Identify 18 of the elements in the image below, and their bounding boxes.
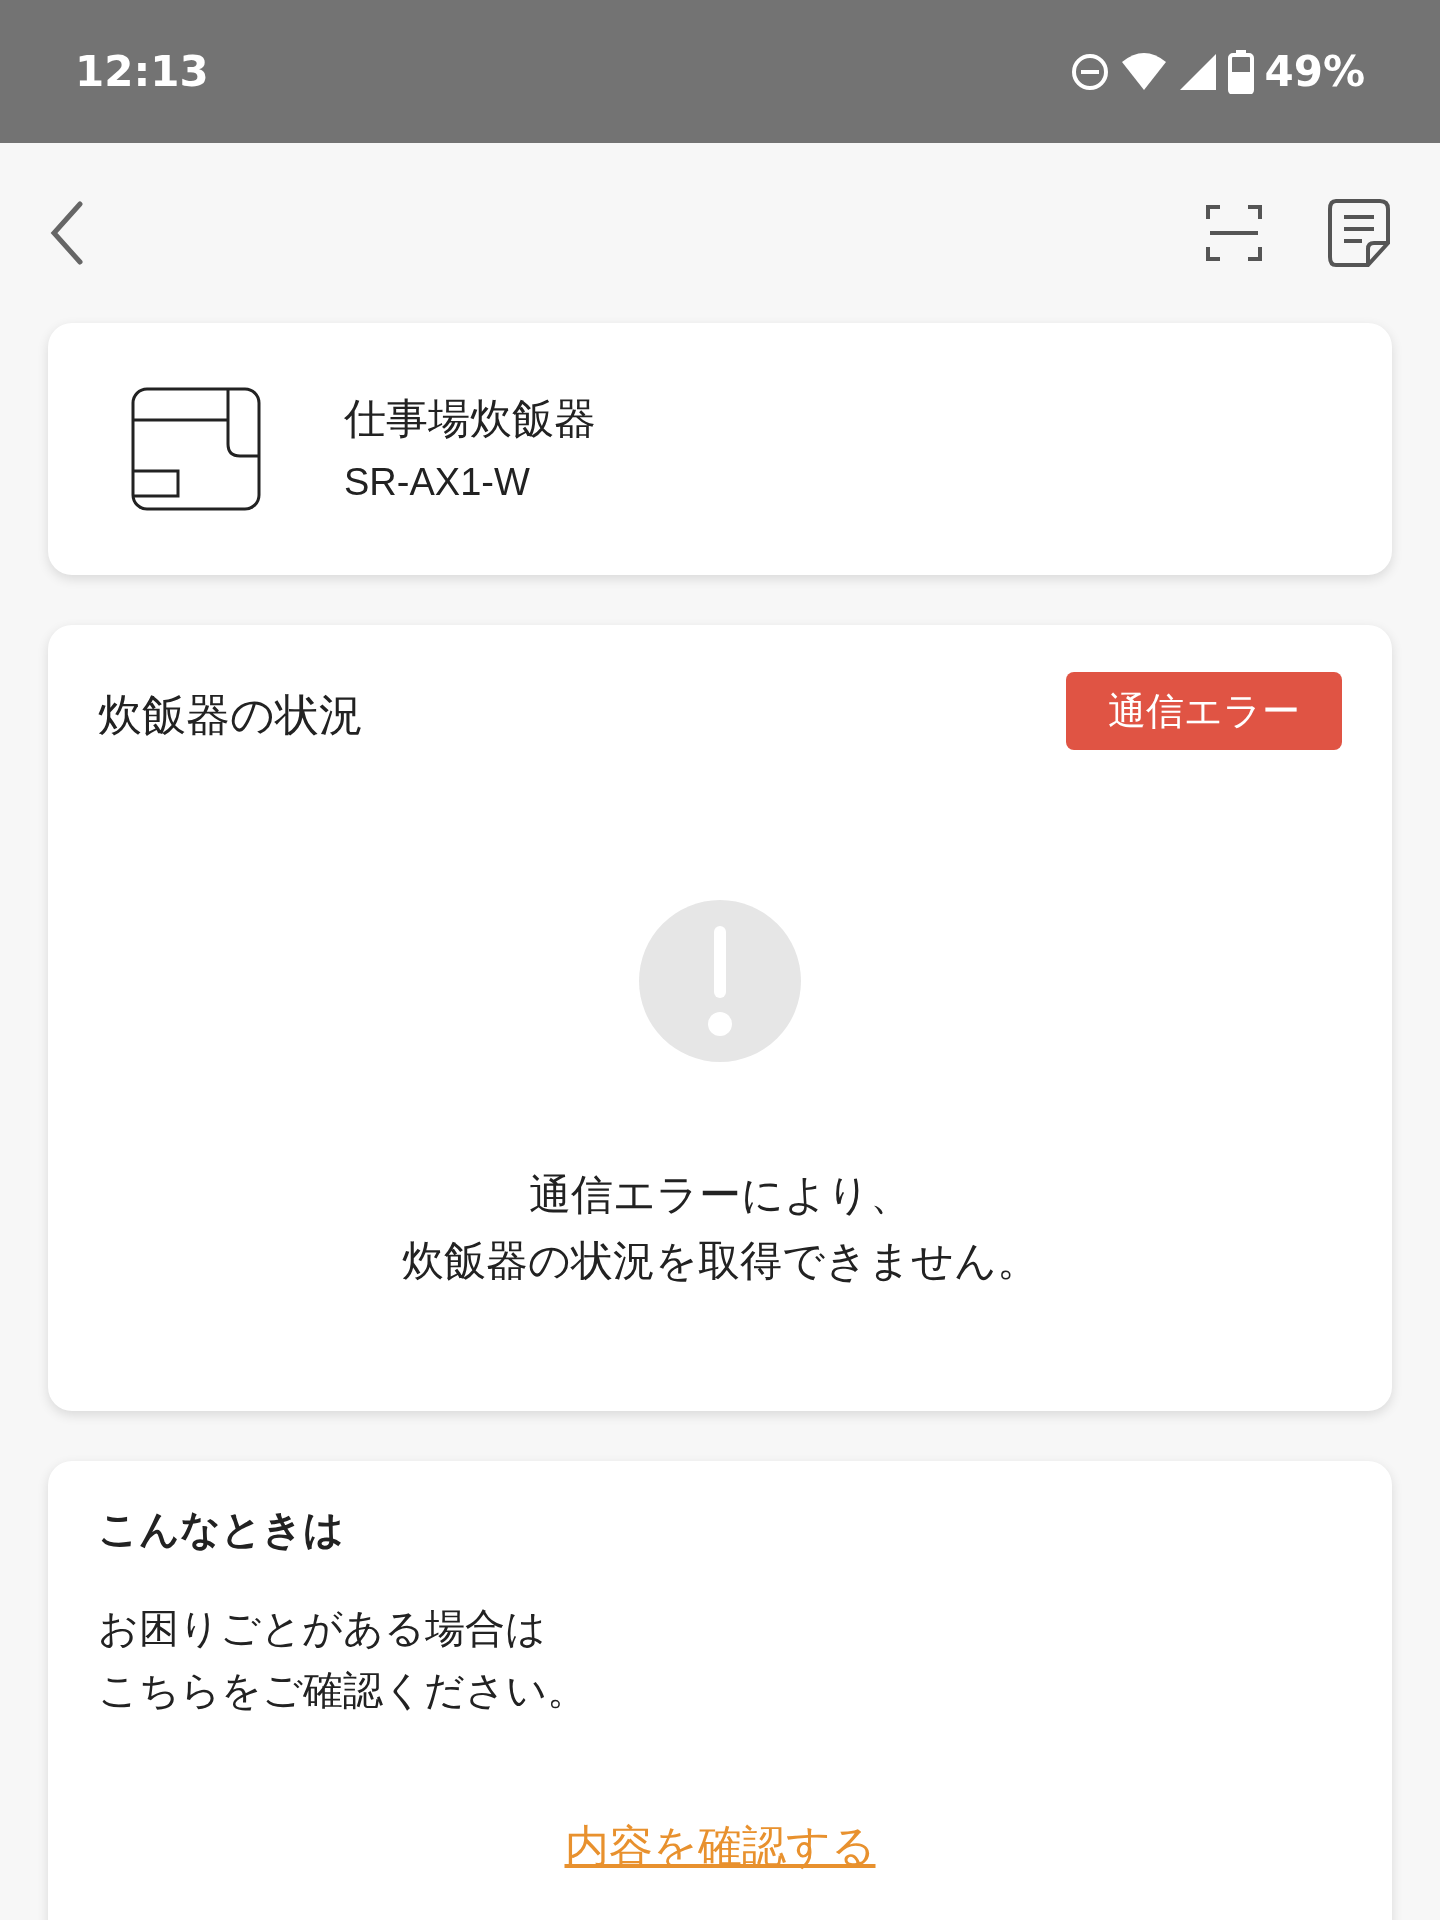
scan-button[interactable]: [1206, 205, 1262, 261]
error-badge: 通信エラー: [1066, 672, 1342, 750]
error-message-line: 通信エラーにより、: [528, 1169, 912, 1221]
error-message-line: 炊飯器の状況を取得できません。: [401, 1235, 1039, 1287]
help-text-line: お困りごとがある場合は: [98, 1604, 546, 1653]
rice-cooker-icon: [130, 386, 262, 512]
wifi-icon: [1120, 51, 1169, 92]
notes-button[interactable]: [1328, 199, 1390, 267]
clock-time: 12:13: [75, 46, 209, 98]
help-title: こんなときは: [98, 1505, 345, 1554]
confirm-link[interactable]: 内容を確認する: [564, 1813, 876, 1879]
device-model: SR-AX1-W: [344, 460, 531, 505]
battery-icon: [1228, 49, 1255, 94]
help-text-line: こちらをご確認ください。: [98, 1666, 587, 1715]
battery-percent: 49%: [1264, 46, 1365, 98]
status-title: 炊飯器の状況: [98, 688, 363, 742]
do-not-disturb-icon: [1070, 51, 1111, 92]
device-name: 仕事場炊飯器: [344, 393, 596, 445]
